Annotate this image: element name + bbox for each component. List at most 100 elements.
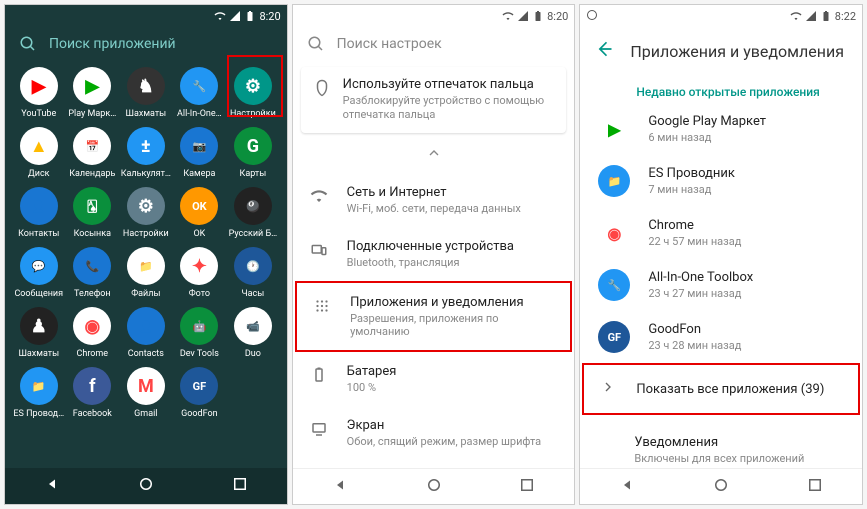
app-label: Dev Tools xyxy=(180,349,219,359)
search-placeholder: Поиск приложений xyxy=(49,36,176,52)
settings-display[interactable]: ЭкранОбои, спящий режим, размер шрифта xyxy=(293,406,575,460)
app-youtube[interactable]: ▶ YouTube xyxy=(13,67,65,119)
app-шахматы[interactable]: ♟Шахматы xyxy=(13,307,65,359)
signal-icon xyxy=(517,10,529,22)
app-шахматы[interactable]: ♞Шахматы xyxy=(120,67,172,119)
app-label: Контакты xyxy=(18,229,59,239)
app-label: Карты xyxy=(240,169,267,179)
recent-app[interactable]: ◉Chrome22 ч 57 мин назад xyxy=(580,207,862,259)
nav-bar xyxy=(5,468,287,504)
status-bar: 8:20 xyxy=(293,5,575,27)
app-icon: 📁 xyxy=(127,247,165,285)
nav-back[interactable] xyxy=(43,475,61,497)
app-icon: 🎱 xyxy=(234,187,272,225)
settings-list: Сеть и ИнтернетWi-Fi, моб. сети, передач… xyxy=(293,171,575,505)
collapse-tips[interactable] xyxy=(293,139,575,171)
search-icon xyxy=(307,35,325,53)
nav-back[interactable] xyxy=(331,476,349,498)
recent-app[interactable]: 📁ES Проводник7 мин назад xyxy=(580,155,862,207)
settings-title: Приложения и уведомления xyxy=(350,295,554,310)
settings-title: Подключенные устройства xyxy=(347,239,514,254)
app-duo[interactable]: 📹Duo xyxy=(227,307,279,359)
app-icon: GF xyxy=(180,367,218,405)
app-icon: 📷 xyxy=(180,127,218,165)
app-playмарк[interactable]: ▶Play Марк… xyxy=(67,67,119,119)
app-label: YouTube xyxy=(21,109,56,119)
app-русскийб[interactable]: 🎱 Русский Б… xyxy=(227,187,279,239)
app-настройки[interactable]: ⚙Настройки xyxy=(227,67,279,119)
signal-icon xyxy=(229,10,241,22)
settings-subtitle: Wi-Fi, моб. сети, передача данных xyxy=(347,202,521,215)
app-goodfon[interactable]: GF GoodFon xyxy=(174,367,226,419)
app-сообщения[interactable]: 💬Сообщения xyxy=(13,247,65,299)
app-label: GoodFon xyxy=(181,409,217,419)
app-часы[interactable]: 🕐Часы xyxy=(227,247,279,299)
extra-title: Уведомления xyxy=(634,435,804,450)
nav-recent[interactable] xyxy=(806,476,824,498)
app-label: Шахматы xyxy=(18,349,59,359)
nav-home[interactable] xyxy=(712,476,730,498)
tip-subtitle: Разблокируйте устройство с помощью отпеч… xyxy=(343,94,555,123)
app-косынка[interactable]: 🂡Косынка xyxy=(67,187,119,239)
app-календарь[interactable]: 📅Календарь xyxy=(67,127,119,179)
app-камера[interactable]: 📷 Камера xyxy=(174,127,226,179)
app-devtools[interactable]: 🤖Dev Tools xyxy=(174,307,226,359)
recent-app[interactable]: 🔧All-In-One Toolbox23 ч 27 мин назад xyxy=(580,259,862,311)
nav-recent[interactable] xyxy=(231,475,249,497)
app-chrome[interactable]: ◉Chrome xyxy=(67,307,119,359)
app-диск[interactable]: ▲Диск xyxy=(13,127,65,179)
app-label: Contacts xyxy=(128,349,164,359)
app-facebook[interactable]: fFacebook xyxy=(67,367,119,419)
settings-devices[interactable]: Подключенные устройстваBluetooth, трансл… xyxy=(293,227,575,281)
search-apps[interactable]: Поиск приложений xyxy=(5,27,287,61)
app-icon: M xyxy=(127,367,165,405)
app-label: Duo xyxy=(245,349,261,359)
settings-battery[interactable]: Батарея100 % xyxy=(293,352,575,406)
app-label: OK xyxy=(193,229,205,239)
search-settings[interactable]: Поиск настроек xyxy=(293,27,575,61)
app-icon: ▲ xyxy=(20,127,58,165)
app-label: Шахматы xyxy=(126,109,167,119)
nav-recent[interactable] xyxy=(518,476,536,498)
app-icon: OK xyxy=(180,187,218,225)
app-esпровод[interactable]: 📁ES Провод… xyxy=(13,367,65,419)
app-label: Камера xyxy=(183,169,215,179)
settings-apps[interactable]: Приложения и уведомления Разрешения, прил… xyxy=(295,281,573,352)
app-label: Play Марк… xyxy=(68,109,116,119)
app-ok[interactable]: OK OK xyxy=(174,187,226,239)
app-icon: 🂡 xyxy=(73,187,111,225)
app-name: Chrome xyxy=(648,218,741,233)
fingerprint-tip[interactable]: Используйте отпечаток пальца Разблокируй… xyxy=(301,67,567,133)
nav-home[interactable] xyxy=(425,476,443,498)
app-time: 22 ч 57 мин назад xyxy=(648,235,741,248)
show-all-apps[interactable]: Показать все приложения (39) xyxy=(582,363,860,415)
app-icon: G xyxy=(234,127,272,165)
tip-title: Используйте отпечаток пальца xyxy=(343,77,555,92)
nav-home[interactable] xyxy=(137,475,155,497)
app-icon: ▶ xyxy=(20,67,58,105)
recent-app[interactable]: GFGoodFon23 ч 28 мин назад xyxy=(580,311,862,363)
settings-subtitle: Разрешения, приложения по умолчанию xyxy=(350,312,554,338)
settings-subtitle: Обои, спящий режим, размер шрифта xyxy=(347,435,542,448)
app-настройки[interactable]: ⚙Настройки xyxy=(120,187,172,239)
battery-icon xyxy=(532,10,544,22)
settings-wifi[interactable]: Сеть и ИнтернетWi-Fi, моб. сети, передач… xyxy=(293,173,575,227)
app-калькулят[interactable]: ±Калькулят… xyxy=(120,127,172,179)
app-контакты[interactable]: 👤Контакты xyxy=(13,187,65,239)
back-button[interactable] xyxy=(594,39,614,63)
app-label: Калькулят… xyxy=(121,169,171,179)
app-фото[interactable]: ✦Фото xyxy=(174,247,226,299)
nav-back[interactable] xyxy=(618,476,636,498)
app-icon: 💬 xyxy=(20,247,58,285)
app-gmail[interactable]: MGmail xyxy=(120,367,172,419)
app-карты[interactable]: G Карты xyxy=(227,127,279,179)
settings-title: Батарея xyxy=(347,364,397,379)
wifi-icon xyxy=(214,10,226,22)
app-label: Русский Б… xyxy=(229,229,278,239)
app-icon: ▶ xyxy=(598,113,630,145)
recent-app[interactable]: ▶Google Play Маркет6 мин назад xyxy=(580,103,862,155)
app-contacts[interactable]: 👤Contacts xyxy=(120,307,172,359)
app-телефон[interactable]: 📞Телефон xyxy=(67,247,119,299)
app-файлы[interactable]: 📁Файлы xyxy=(120,247,172,299)
app-allinone[interactable]: 🔧All-In-One… xyxy=(174,67,226,119)
